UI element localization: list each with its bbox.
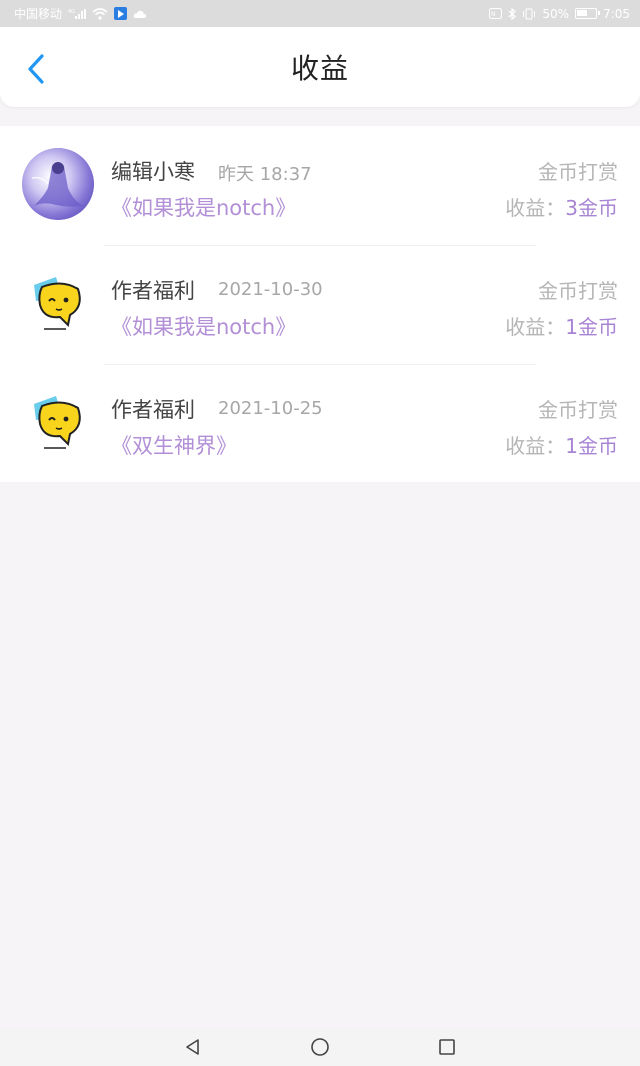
system-nav-bar — [0, 1028, 640, 1066]
app-notification-icon — [114, 7, 128, 20]
income-value: 1金币 — [565, 315, 618, 339]
app-header: 收益 — [0, 27, 640, 107]
record-time: 2021-10-30 — [218, 279, 323, 300]
record-time: 昨天 18:37 — [218, 164, 312, 185]
income-label: 收益： — [505, 434, 566, 458]
cloud-icon — [133, 9, 147, 19]
book-title-link[interactable]: 《双生神界》 — [111, 430, 237, 460]
income-records-list: 编辑小寒 昨天 18:37 《如果我是notch》 金币打赏 收益：3金币 作者… — [0, 126, 640, 482]
income-value: 3金币 — [565, 196, 618, 220]
book-title-link[interactable]: 《如果我是notch》 — [111, 192, 296, 222]
nfc-icon: N — [489, 8, 503, 19]
nav-back-button[interactable] — [181, 1035, 205, 1059]
list-item[interactable]: 作者福利 2021-10-30 《如果我是notch》 金币打赏 收益：1金币 — [0, 245, 640, 364]
income-amount: 收益：1金币 — [505, 430, 618, 459]
svg-text:4G: 4G — [68, 9, 75, 15]
battery-icon — [575, 8, 601, 19]
reward-type: 金币打赏 — [538, 160, 618, 184]
list-item[interactable]: 作者福利 2021-10-25 《双生神界》 金币打赏 收益：1金币 — [0, 364, 640, 483]
nav-recents-button[interactable] — [435, 1035, 459, 1059]
income-amount: 收益：3金币 — [505, 192, 618, 221]
vibrate-icon — [522, 8, 536, 20]
income-label: 收益： — [505, 315, 566, 339]
record-time: 2021-10-25 — [218, 398, 323, 419]
chat-bubble-avatar[interactable] — [22, 386, 94, 458]
income-value: 1金币 — [565, 434, 618, 458]
carrier-label: 中国移动 — [14, 7, 63, 21]
page-title: 收益 — [290, 52, 349, 85]
income-label: 收益： — [505, 196, 566, 220]
status-bar: 中国移动 4G N 50% 7:05 — [0, 0, 640, 27]
clock-time: 7:05 — [603, 6, 630, 21]
income-amount: 收益：1金币 — [505, 311, 618, 340]
svg-text:N: N — [491, 11, 496, 18]
bluetooth-icon — [508, 7, 517, 20]
battery-percent: 50% — [542, 6, 570, 21]
back-triangle-icon — [186, 1039, 200, 1055]
signal-icon: 4G — [68, 8, 87, 20]
chevron-left-icon — [28, 54, 44, 84]
list-item[interactable]: 编辑小寒 昨天 18:37 《如果我是notch》 金币打赏 收益：3金币 — [0, 126, 640, 245]
sender-name: 编辑小寒 — [111, 160, 195, 184]
sender-name: 作者福利 — [111, 279, 195, 303]
chat-bubble-avatar[interactable] — [22, 267, 94, 339]
book-title-link[interactable]: 《如果我是notch》 — [111, 311, 296, 341]
back-button[interactable] — [18, 51, 54, 87]
wifi-icon — [92, 7, 108, 20]
home-circle-icon — [311, 1038, 329, 1056]
nav-home-button[interactable] — [308, 1035, 332, 1059]
reward-type: 金币打赏 — [538, 398, 618, 422]
recents-square-icon — [438, 1039, 455, 1055]
reward-type: 金币打赏 — [538, 279, 618, 303]
sender-name: 作者福利 — [111, 398, 195, 422]
editor-avatar[interactable] — [22, 148, 94, 220]
